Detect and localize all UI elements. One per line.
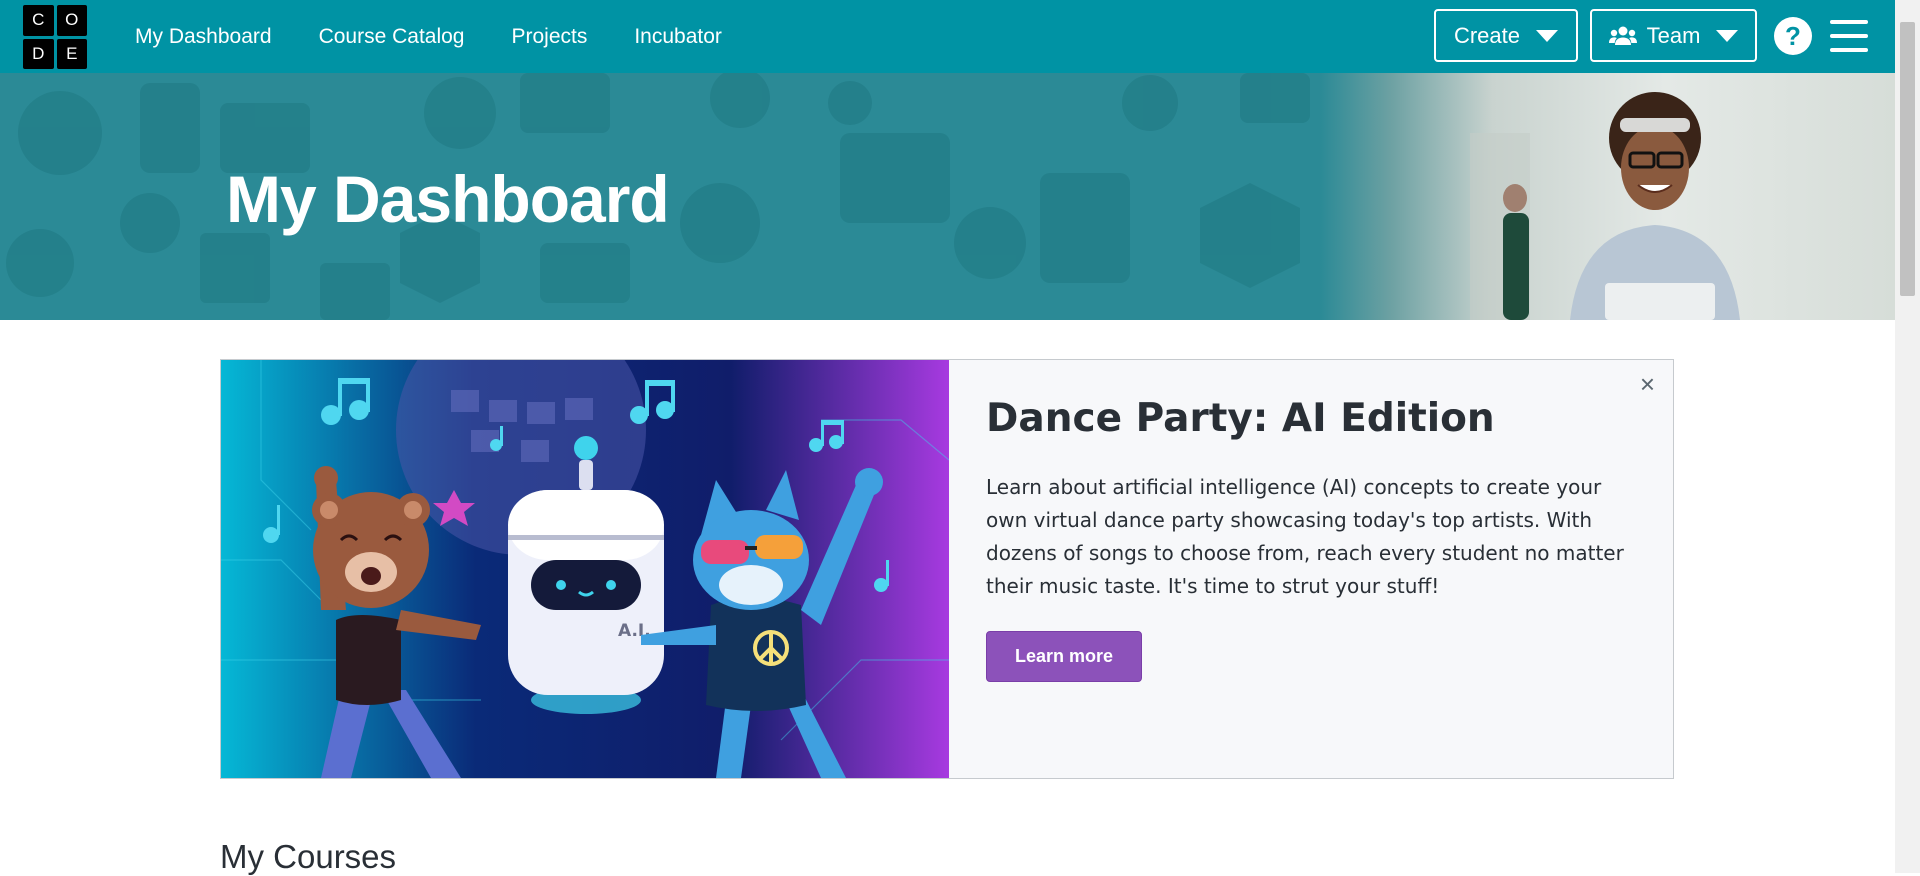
team-icon [1608, 26, 1637, 45]
team-dropdown-button[interactable]: Team [1590, 9, 1757, 62]
nav-link-incubator[interactable]: Incubator [634, 25, 722, 49]
page-title: My Dashboard [226, 162, 670, 236]
logo-letter: C [23, 5, 54, 36]
learn-more-button[interactable]: Learn more [986, 631, 1143, 682]
dance-party-illustration: A.I. [221, 360, 949, 778]
promo-card: A.I. × Dance Party: AI Edition Learn abo… [220, 359, 1674, 779]
logo-letter: D [23, 38, 54, 69]
logo-letter: O [56, 5, 87, 36]
chevron-down-icon [1536, 29, 1559, 42]
top-navigation-bar: C O D E My Dashboard Course Catalog Proj… [0, 0, 1895, 73]
chevron-down-icon [1716, 29, 1739, 42]
promo-title: Dance Party: AI Edition [986, 396, 1495, 441]
dance-party-artwork: A.I. [221, 360, 949, 778]
student-illustration [1470, 92, 1740, 320]
nav-link-my-dashboard[interactable]: My Dashboard [135, 25, 272, 49]
nav-link-projects[interactable]: Projects [511, 25, 587, 49]
close-icon[interactable]: × [1640, 369, 1655, 400]
hamburger-menu-icon[interactable] [1830, 20, 1868, 52]
hero-icon-pattern [6, 73, 1310, 320]
promo-content: × Dance Party: AI Edition Learn about ar… [949, 360, 1673, 778]
page-scrollbar[interactable] [1895, 0, 1920, 873]
main-nav: My Dashboard Course Catalog Projects Inc… [135, 0, 722, 73]
hero-student-photo [1320, 73, 1895, 320]
scrollbar-thumb[interactable] [1900, 22, 1915, 296]
code-org-logo[interactable]: C O D E [23, 5, 87, 69]
logo-letter: E [56, 38, 87, 69]
my-courses-heading: My Courses [220, 838, 397, 875]
create-label: Create [1453, 22, 1521, 48]
promo-description: Learn about artificial intelligence (AI)… [986, 475, 1624, 598]
nav-link-course-catalog[interactable]: Course Catalog [319, 25, 465, 49]
help-icon[interactable]: ? [1774, 17, 1812, 55]
create-dropdown-button[interactable]: Create [1434, 9, 1578, 62]
hero-banner: My Dashboard [0, 73, 1895, 320]
team-label: Team [1646, 22, 1701, 48]
